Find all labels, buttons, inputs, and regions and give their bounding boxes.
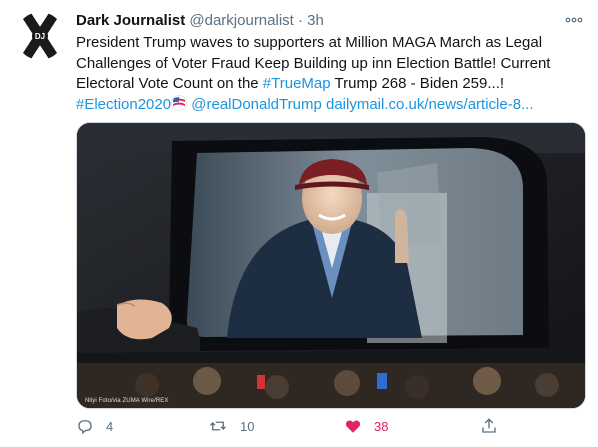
retweet-icon (210, 421, 226, 431)
tweet-photo[interactable]: Nliyi Foto/via ZUMA Wire/REX (76, 122, 586, 409)
article-link[interactable]: dailymail.co.uk/news/article-8... (326, 96, 534, 113)
more-button[interactable] (562, 10, 586, 30)
share-icon (482, 418, 496, 433)
like-button[interactable]: 38 (344, 414, 388, 438)
more-icon (565, 17, 583, 23)
header-separator: · (298, 12, 303, 29)
author-handle[interactable]: @darkjournalist (189, 12, 293, 29)
tweet-time[interactable]: 3h (307, 12, 324, 29)
tweet-text-part2: Trump 268 - Biden 259...! (330, 75, 505, 92)
avatar-text: DJ (35, 32, 45, 41)
photo-image (77, 123, 585, 408)
reply-icon (78, 420, 92, 435)
avatar[interactable]: DJ (16, 12, 64, 60)
retweet-count: 10 (240, 418, 255, 434)
tweet[interactable]: DJ Dark Journalist @darkjournalist · 3h … (0, 0, 598, 447)
heart-icon (345, 420, 361, 433)
mention-link[interactable]: @realDonaldTrump (191, 96, 322, 113)
author-name[interactable]: Dark Journalist (76, 12, 185, 29)
photo-credit: Nliyi Foto/via ZUMA Wire/REX (85, 398, 169, 404)
tweet-actions: 4 10 38 (72, 414, 512, 438)
tweet-text: President Trump waves to supporters at M… (76, 33, 576, 115)
reply-button[interactable]: 4 (76, 414, 113, 438)
us-flag-icon (171, 94, 187, 111)
retweet-button[interactable]: 10 (208, 414, 254, 438)
share-button[interactable] (480, 414, 498, 438)
reply-count: 4 (106, 418, 114, 434)
like-count: 38 (374, 418, 389, 434)
hashtag-election2020[interactable]: #Election2020 (76, 96, 171, 113)
tweet-header: Dark Journalist @darkjournalist · 3h (76, 11, 324, 31)
hashtag-truemap[interactable]: #TrueMap (263, 75, 331, 92)
